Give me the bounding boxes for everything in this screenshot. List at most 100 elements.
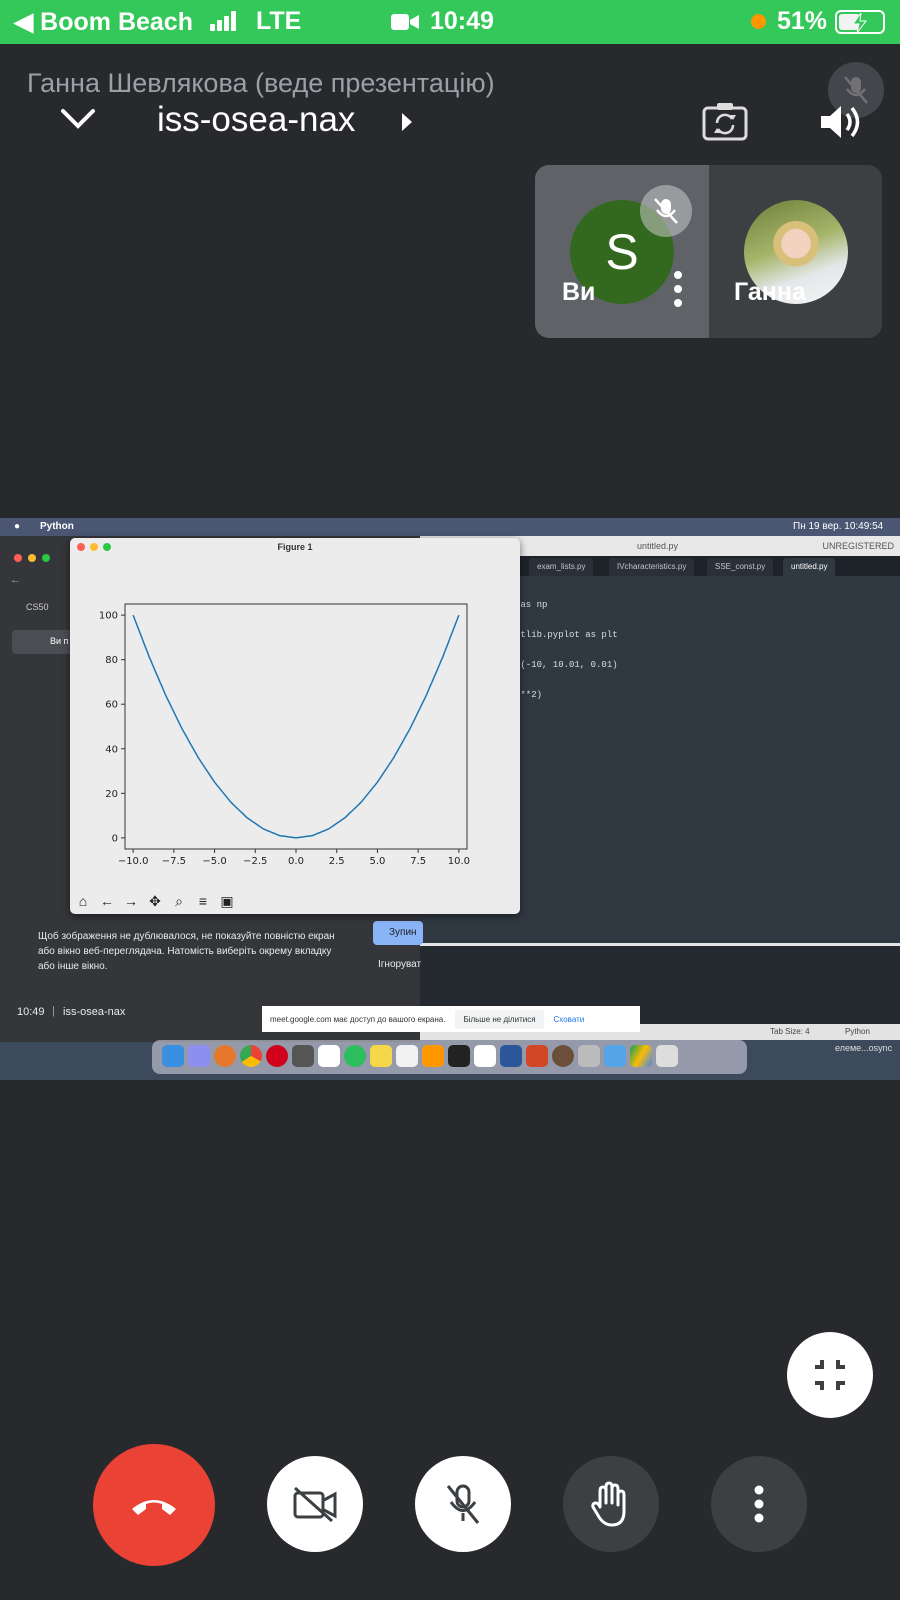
home-icon[interactable]: ⌂ — [73, 892, 93, 910]
x-tick-label: −7.5 — [162, 856, 186, 867]
raise-hand-button[interactable] — [563, 1456, 659, 1552]
close-dot[interactable] — [14, 554, 22, 562]
back-arrow-icon[interactable]: ← — [10, 574, 21, 586]
matplotlib-figure-window: Figure 1 −10.0 −7.5 −5.0 −2.5 0.0 2.5 5.0 7.5 10… — [70, 538, 520, 914]
firefox-icon[interactable] — [214, 1045, 236, 1067]
camera-toggle-button[interactable] — [267, 1456, 363, 1552]
code-line: e(-10, 10.01, 0.01) — [515, 660, 618, 670]
battery-percent: 51% — [777, 7, 828, 35]
chrome-icon[interactable] — [240, 1045, 262, 1067]
exit-fullscreen-button[interactable] — [787, 1332, 873, 1418]
tab-ivcharacteristics[interactable]: IVcharacteristics.py — [609, 558, 695, 576]
hand-icon — [591, 1481, 626, 1527]
piano-icon[interactable] — [448, 1045, 470, 1067]
sublime-icon[interactable] — [422, 1045, 444, 1067]
more-vert-icon[interactable] — [671, 269, 685, 309]
bookmark-cs50[interactable]: CS50 — [26, 602, 49, 612]
participant-tile[interactable]: Ганна — [709, 165, 882, 338]
camera-off-icon — [293, 1486, 337, 1523]
code-line: x**2) — [515, 690, 543, 700]
presenter-label: Ганна Шевлякова (веде презентацію) — [27, 68, 495, 98]
syntax-label[interactable]: Python — [845, 1027, 870, 1036]
code-area[interactable]: as np otlib.pyplot as plt e(-10, 10.01, … — [515, 580, 618, 720]
save-icon[interactable]: ▣ — [217, 892, 237, 910]
mic-in-use-indicator — [751, 14, 766, 29]
powerpoint-icon[interactable] — [526, 1045, 548, 1067]
tab-exam-lists[interactable]: exam_lists.py — [529, 558, 594, 576]
x-tick-label: 5.0 — [369, 856, 385, 867]
zoom-dot[interactable] — [42, 554, 50, 562]
x-tick-label: −10.0 — [118, 856, 149, 867]
y-tick-label: 60 — [105, 700, 118, 711]
participant-name: Ганна — [734, 278, 806, 306]
hide-notice-button[interactable]: Сховати — [554, 1015, 585, 1024]
google-drive-icon[interactable] — [630, 1045, 652, 1067]
menu-date-time: Пн 19 вер. 10:49:54 — [793, 521, 884, 532]
y-tick-label: 0 — [112, 833, 118, 844]
end-call-button[interactable] — [93, 1444, 215, 1566]
participant-tiles: S Ви Ганна — [535, 165, 882, 338]
notice-text: meet.google.com має доступ до вашого екр… — [270, 1014, 446, 1024]
sublime-file-title: untitled.py — [636, 541, 679, 551]
tab-sse-const[interactable]: SSE_const.py — [707, 558, 774, 576]
sublime-unregistered: UNREGISTERED — [822, 541, 894, 551]
apple-icon: ● — [14, 521, 21, 532]
x-tick-label: 2.5 — [329, 856, 345, 867]
tab-size-label[interactable]: Tab Size: 4 — [770, 1027, 810, 1036]
reminders-icon[interactable] — [396, 1045, 418, 1067]
footer-meeting-code: iss-osea-nax — [63, 1006, 126, 1018]
tab-untitled[interactable]: untitled.py — [783, 558, 836, 576]
back-to-app-link[interactable]: ◀ Boom Beach — [14, 7, 193, 37]
evernote-icon[interactable] — [344, 1045, 366, 1067]
notes-icon[interactable] — [370, 1045, 392, 1067]
share-tip-text: Щоб зображення не дублювалося, не показу… — [38, 931, 335, 972]
meeting-code[interactable]: iss-osea-nax — [157, 100, 355, 140]
self-name: Ви — [562, 278, 596, 306]
launchpad-icon[interactable] — [188, 1045, 210, 1067]
speaker-icon[interactable] — [815, 100, 863, 144]
x-tick-label: 10.0 — [448, 856, 470, 867]
y-tick-label: 40 — [105, 744, 118, 755]
calendar-icon[interactable] — [318, 1045, 340, 1067]
x-tick-label: −5.0 — [202, 856, 226, 867]
mic-off-icon — [446, 1484, 480, 1524]
figure-title: Figure 1 — [277, 542, 313, 552]
status-bar: ◀ Boom Beach LTE 10:49 51% — [0, 0, 900, 44]
forward-arrow-icon[interactable]: → — [121, 892, 141, 910]
folder-icon[interactable] — [578, 1045, 600, 1067]
stop-sharing-button[interactable]: Більше не ділитися — [455, 1009, 544, 1029]
mac-menu-bar: ● Python Пн 19 вер. 10:49:54 — [0, 518, 900, 536]
zoom-icon[interactable]: ⌕ — [169, 892, 189, 910]
pan-icon[interactable]: ✥ — [145, 892, 165, 910]
stop-presenting-button[interactable]: Зупин — [373, 921, 423, 945]
footer-time: 10:49 — [17, 1006, 45, 1018]
y-tick-label: 20 — [105, 789, 118, 800]
opera-icon[interactable] — [266, 1045, 288, 1067]
dock-right-text: елеме...osync — [835, 1043, 893, 1053]
x-tick-label: 7.5 — [410, 856, 426, 867]
clock: 10:49 — [430, 7, 494, 35]
finder-icon[interactable] — [162, 1045, 184, 1067]
back-arrow-icon[interactable]: ← — [97, 892, 117, 910]
configure-icon[interactable]: ≡ — [193, 892, 213, 910]
ignore-link[interactable]: Ігноруват — [378, 959, 421, 970]
shared-screen: ● Python Пн 19 вер. 10:49:54 untitled.py… — [0, 518, 900, 1080]
more-options-button[interactable] — [711, 1456, 807, 1552]
screen-share-notice: meet.google.com має доступ до вашого екр… — [262, 1006, 640, 1032]
switch-camera-icon[interactable] — [700, 98, 750, 144]
caret-right-icon[interactable] — [398, 110, 416, 134]
notion-icon[interactable] — [474, 1045, 496, 1067]
trash-icon[interactable] — [656, 1045, 678, 1067]
signal-strength-icon — [210, 11, 238, 31]
network-type: LTE — [256, 7, 302, 35]
word-icon[interactable] — [500, 1045, 522, 1067]
battery-icon — [835, 10, 885, 34]
app-icon[interactable] — [552, 1045, 574, 1067]
minimize-dot[interactable] — [28, 554, 36, 562]
chevron-down-icon[interactable] — [58, 104, 98, 134]
mic-toggle-button[interactable] — [415, 1456, 511, 1552]
calculator-icon[interactable] — [292, 1045, 314, 1067]
self-tile[interactable]: S Ви — [535, 165, 709, 338]
downloads-icon[interactable] — [604, 1045, 626, 1067]
menu-app-name: Python — [40, 521, 74, 532]
